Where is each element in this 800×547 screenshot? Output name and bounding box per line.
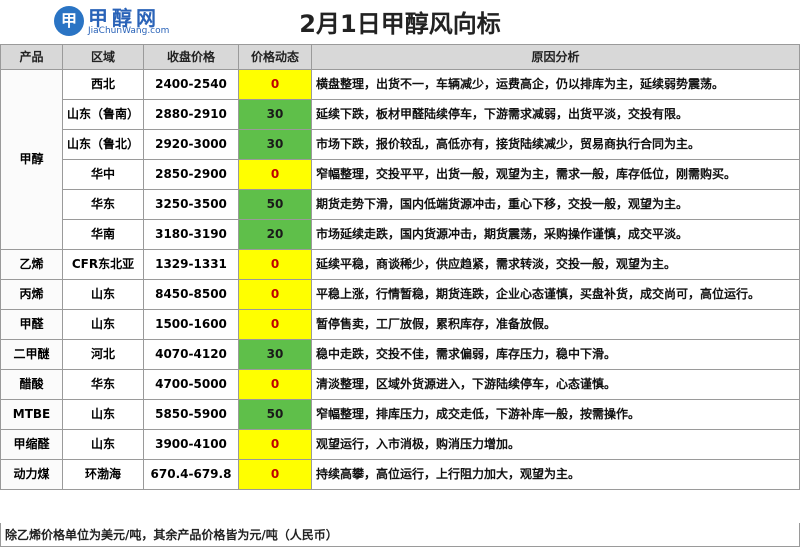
region-cell: 山东（鲁北） [62, 129, 144, 160]
region-cell: 西北 [62, 69, 144, 100]
region-cell: 山东（鲁南） [62, 99, 144, 130]
col-header-price: 收盘价格 [143, 44, 239, 70]
reason-cell: 持续高攀，高位运行，上行阻力加大，观望为主。 [311, 459, 800, 490]
price-cell: 2850-2900 [143, 159, 239, 190]
price-dynamic-cell: 0 [238, 369, 312, 400]
price-cell: 3250-3500 [143, 189, 239, 220]
price-dynamic-cell: 20 [238, 219, 312, 250]
price-cell: 1329-1331 [143, 249, 239, 280]
table-row: 醋酸 华东 4700-5000 0 清淡整理，区域外货源进入，下游陆续停车，心态谨慎。 [0, 369, 800, 400]
price-dynamic-cell: 50 [238, 189, 312, 220]
region-cell: 华中 [62, 159, 144, 190]
region-cell: 河北 [62, 339, 144, 370]
reason-cell: 延续平稳，商谈稀少，供应趋紧，需求转淡，交投一般，观望为主。 [311, 249, 800, 280]
col-header-reason: 原因分析 [311, 44, 800, 70]
table-row: 二甲醚 河北 4070-4120 30 稳中走跌，交投不佳，需求偏弱，库存压力，稳中下滑… [0, 339, 800, 370]
col-header-region: 区域 [62, 44, 144, 70]
region-cell: 山东 [62, 399, 144, 430]
table-header-row: 产品 区域 收盘价格 价格动态 原因分析 [0, 44, 800, 70]
product-cell: 甲醛 [0, 309, 63, 340]
price-cell: 2400-2540 [143, 69, 239, 100]
product-cell: 甲醇 [0, 69, 63, 250]
reason-cell: 窄幅整理，排库压力，成交走低，下游补库一般，按需操作。 [311, 399, 800, 430]
region-cell: 山东 [62, 429, 144, 460]
reason-cell: 市场下跌，报价较乱，高低亦有，接货陆续减少，贸易商执行合同为主。 [311, 129, 800, 160]
price-dynamic-cell: 50 [238, 399, 312, 430]
table-row: 华中 2850-2900 0 窄幅整理，交投平平，出货一般，观望为主，需求一般，库存低… [1, 159, 800, 190]
price-dynamic-cell: 30 [238, 129, 312, 160]
col-header-dynamic: 价格动态 [238, 44, 312, 70]
region-cell: 华东 [62, 189, 144, 220]
price-cell: 2920-3000 [143, 129, 239, 160]
reason-cell: 平稳上涨，行情暂稳，期货连跌，企业心态谨慎，买盘补货，成交尚可，高位运行。 [311, 279, 800, 310]
table-row: 甲醇 西北 2400-2540 0 横盘整理，出货不一，车辆减少，运费高企，仍以排库为主… [0, 69, 800, 250]
reason-cell: 延续下跌，板材甲醛陆续停车，下游需求减弱，出货平淡，交投有限。 [311, 99, 800, 130]
table-body: 甲醇 西北 2400-2540 0 横盘整理，出货不一，车辆减少，运费高企，仍以排库为主… [0, 69, 800, 490]
table-row: 山东（鲁南） 2880-2910 30 延续下跌，板材甲醛陆续停车，下游需求减弱，出货… [1, 99, 800, 130]
price-dynamic-cell: 0 [238, 249, 312, 280]
price-cell: 2880-2910 [143, 99, 239, 130]
price-dynamic-cell: 0 [238, 279, 312, 310]
table-row: 丙烯 山东 8450-8500 0 平稳上涨，行情暂稳，期货连跌，企业心态谨慎，买盘补货… [0, 279, 800, 310]
price-dynamic-cell: 0 [238, 429, 312, 460]
price-dynamic-cell: 0 [238, 159, 312, 190]
price-table: 产品 区域 收盘价格 价格动态 原因分析 甲醇 西北 2400-2540 0 横盘整理，… [0, 44, 800, 490]
table-row: 华南 3180-3190 20 市场延续走跌，国内货源冲击，期货震荡，采购操作谨慎，成… [1, 219, 800, 250]
reason-cell: 暂停售卖，工厂放假，累积库存，准备放假。 [311, 309, 800, 340]
price-dynamic-cell: 30 [238, 99, 312, 130]
product-cell: 甲缩醛 [0, 429, 63, 460]
product-cell: 丙烯 [0, 279, 63, 310]
region-cell: 环渤海 [62, 459, 144, 490]
footer-note: 除乙烯价格单位为美元/吨，其余产品价格皆为元/吨（人民币） [0, 523, 800, 547]
table-row: 甲缩醛 山东 3900-4100 0 观望运行，入市消极，购消压力增加。 [0, 429, 800, 460]
price-cell: 3900-4100 [143, 429, 239, 460]
table-row: 动力煤 环渤海 670.4-679.8 0 持续高攀，高位运行，上行阻力加大，观望为主。 [0, 459, 800, 490]
page-title: 2月1日甲醇风向标 [299, 10, 501, 38]
price-cell: 670.4-679.8 [143, 459, 239, 490]
region-cell: 华南 [62, 219, 144, 250]
reason-cell: 横盘整理，出货不一，车辆减少，运费高企，仍以排库为主，延续弱势震荡。 [311, 69, 800, 100]
table-row: 甲醛 山东 1500-1600 0 暂停售卖，工厂放假，累积库存，准备放假。 [0, 309, 800, 340]
product-cell: 动力煤 [0, 459, 63, 490]
reason-cell: 观望运行，入市消极，购消压力增加。 [311, 429, 800, 460]
table-row: 乙烯 CFR东北亚 1329-1331 0 延续平稳，商谈稀少，供应趋紧，需求转淡，交投… [0, 249, 800, 280]
product-cell: 乙烯 [0, 249, 63, 280]
reason-cell: 窄幅整理，交投平平，出货一般，观望为主，需求一般，库存低位，刚需购买。 [311, 159, 800, 190]
reason-cell: 期货走势下滑，国内低端货源冲击，重心下移，交投一般，观望为主。 [311, 189, 800, 220]
region-cell: 山东 [62, 279, 144, 310]
product-cell: MTBE [0, 399, 63, 430]
product-cell: 二甲醚 [0, 339, 63, 370]
reason-cell: 市场延续走跌，国内货源冲击，期货震荡，采购操作谨慎，成交平淡。 [311, 219, 800, 250]
reason-cell: 稳中走跌，交投不佳，需求偏弱，库存压力，稳中下滑。 [311, 339, 800, 370]
table-row: 山东（鲁北） 2920-3000 30 市场下跌，报价较乱，高低亦有，接货陆续减少，贸… [1, 129, 800, 160]
price-dynamic-cell: 0 [238, 69, 312, 100]
price-cell: 4700-5000 [143, 369, 239, 400]
region-cell: 山东 [62, 309, 144, 340]
region-cell: 华东 [62, 369, 144, 400]
col-header-product: 产品 [0, 44, 63, 70]
price-dynamic-cell: 0 [238, 459, 312, 490]
price-dynamic-cell: 30 [238, 339, 312, 370]
header: 甲 甲醇网 JiaChunWang.com 2月1日甲醇风向标 [0, 0, 800, 44]
reason-cell: 清淡整理，区域外货源进入，下游陆续停车，心态谨慎。 [311, 369, 800, 400]
price-cell: 5850-5900 [143, 399, 239, 430]
price-dynamic-cell: 0 [238, 309, 312, 340]
product-cell: 醋酸 [0, 369, 63, 400]
region-cell: CFR东北亚 [62, 249, 144, 280]
price-cell: 4070-4120 [143, 339, 239, 370]
price-cell: 8450-8500 [143, 279, 239, 310]
price-cell: 1500-1600 [143, 309, 239, 340]
table-row: 华东 3250-3500 50 期货走势下滑，国内低端货源冲击，重心下移，交投一般，观… [1, 189, 800, 220]
price-cell: 3180-3190 [143, 219, 239, 250]
table-row: MTBE 山东 5850-5900 50 窄幅整理，排库压力，成交走低，下游补库一般，按… [0, 399, 800, 430]
